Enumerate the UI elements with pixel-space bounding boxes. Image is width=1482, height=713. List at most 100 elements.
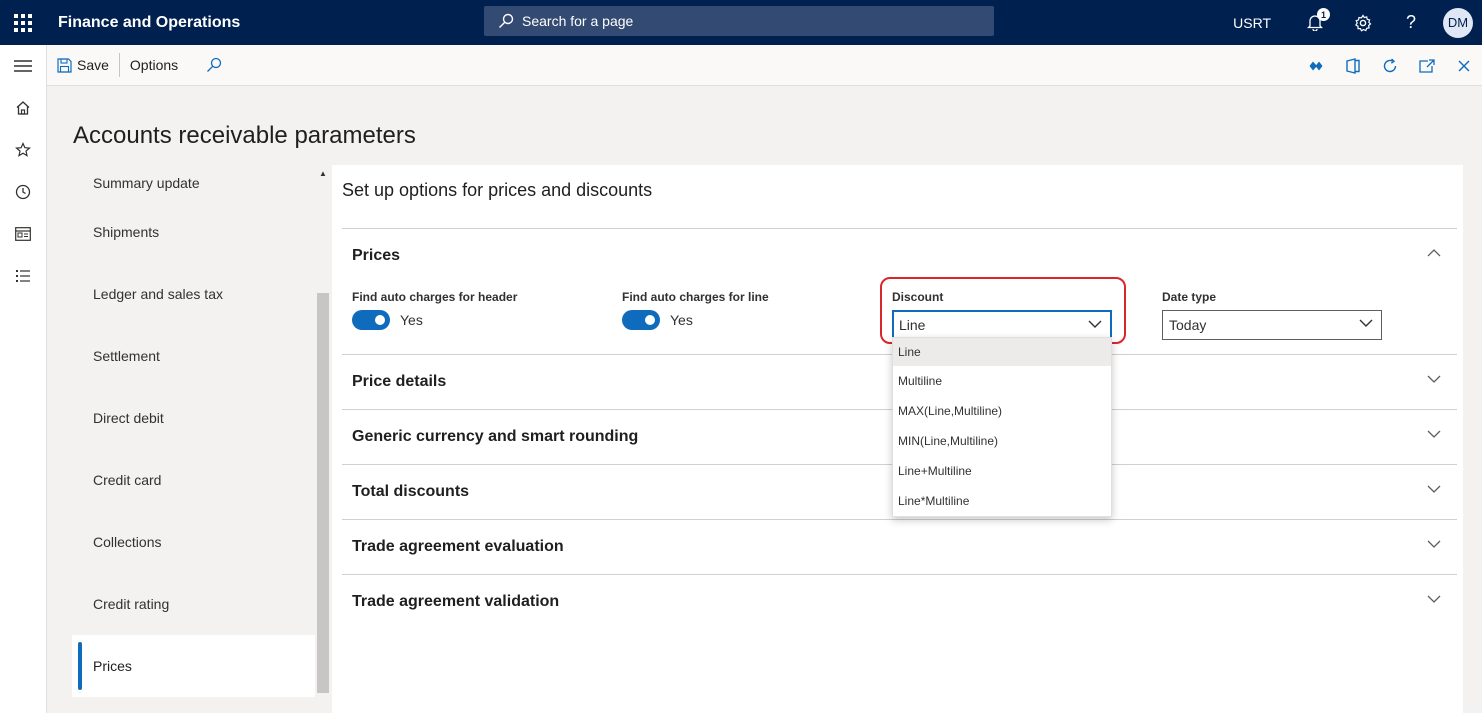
fasttab-title: Generic currency and smart rounding [352,428,639,445]
search-icon [499,13,514,28]
dropdown-option[interactable]: MIN(Line,Multiline) [893,426,1111,456]
fasttab-trade-agreement-validation: Trade agreement validation [342,574,1457,629]
recent-button[interactable] [0,171,46,213]
fasttab-title: Price details [352,373,447,390]
navigation-rail [0,45,47,713]
favorites-button[interactable] [0,129,46,171]
page-title: Accounts receivable parameters [73,122,416,149]
notifications-button[interactable]: 1 [1291,0,1339,45]
options-label: Options [129,57,179,73]
auto-charges-header-field: Find auto charges for header Yes [352,290,517,330]
chevron-down-icon [1427,485,1441,493]
scroll-up-arrow-icon[interactable]: ▲ [319,169,327,178]
field-label: Date type [1162,290,1217,304]
refresh-icon [1383,57,1396,72]
search-icon [207,57,222,72]
dropdown-option[interactable]: Multiline [893,366,1111,396]
fasttab-prices: Prices [342,228,1457,283]
list-icon [16,270,30,282]
tab-collections[interactable]: Collections [72,511,315,573]
fasttab-header-trade-agreement-validation[interactable]: Trade agreement validation [342,575,1457,629]
app-launcher-button[interactable] [0,0,45,45]
clock-icon [15,184,31,200]
field-label: Find auto charges for header [352,290,518,304]
tab-direct-debit[interactable]: Direct debit [72,387,315,449]
home-icon [16,101,30,115]
chevron-up-icon [1427,249,1441,257]
date-type-select[interactable]: Today [1162,310,1382,340]
tab-summary-update[interactable]: Summary update [72,165,315,201]
workspaces-button[interactable] [0,213,46,255]
help-button[interactable]: ? [1387,0,1435,45]
auto-charges-line-field: Find auto charges for line Yes [622,290,769,330]
fasttab-title: Total discounts [352,483,470,500]
diamond-link-icon [1309,61,1322,70]
toggle-value: Yes [400,312,423,328]
chevron-down-icon [1427,595,1441,603]
tab-settlement[interactable]: Settlement [72,325,315,387]
notification-badge: 1 [1317,8,1330,21]
search-placeholder: Search for a page [522,13,634,29]
gear-icon [1355,13,1372,32]
fasttab-title: Prices [352,247,401,264]
auto-charges-line-toggle[interactable] [622,310,660,330]
tab-shipments[interactable]: Shipments [72,201,315,263]
tab-credit-rating[interactable]: Credit rating [72,573,315,635]
top-bar: Finance and Operations Search for a page… [0,0,1482,45]
fasttab-header-prices[interactable]: Prices [342,229,1457,283]
save-icon [57,57,72,73]
vertical-tab-list: Summary update Shipments Ledger and sale… [72,165,315,713]
chevron-down-icon [1427,430,1441,438]
search-input[interactable]: Search for a page [484,6,994,36]
dropdown-option[interactable]: Line*Multiline [893,486,1111,516]
star-icon [15,142,31,157]
hamburger-icon [14,60,32,72]
options-button[interactable]: Options [120,45,188,86]
select-value: Today [1169,317,1207,333]
help-icon: ? [1405,12,1416,32]
chevron-down-icon [1427,375,1441,383]
close-icon [1458,60,1469,71]
app-title[interactable]: Finance and Operations [58,14,240,32]
fasttab-title: Trade agreement evaluation [352,538,564,555]
scrollbar-thumb[interactable] [317,293,329,693]
workspace-icon [15,227,31,241]
discount-dropdown-list: Line Multiline MAX(Line,Multiline) MIN(L… [892,337,1112,517]
annotation-highlight [880,277,1126,344]
section-heading: Set up options for prices and discounts [342,180,653,200]
refresh-button[interactable] [1371,45,1408,86]
waffle-icon [13,13,32,32]
field-label: Find auto charges for line [622,290,769,304]
chevron-down-icon [1359,319,1373,327]
fasttab-title: Trade agreement validation [352,593,560,610]
office-button[interactable] [1334,45,1371,86]
tab-list-scrollbar[interactable]: ▲ [315,165,331,713]
action-search-button[interactable] [188,45,237,86]
chevron-down-icon [1427,540,1441,548]
modules-button[interactable] [0,255,46,297]
dropdown-option[interactable]: Line [893,338,1111,366]
open-new-window-button[interactable] [1408,45,1445,86]
close-button[interactable] [1445,45,1482,86]
avatar[interactable]: DM [1443,7,1473,38]
dropdown-option[interactable]: Line+Multiline [893,456,1111,486]
home-button[interactable] [0,87,46,129]
save-label: Save [77,57,109,73]
date-type-field: Date type Today [1162,290,1382,340]
fasttab-header-trade-agreement-evaluation[interactable]: Trade agreement evaluation [342,520,1457,574]
toggle-value: Yes [670,312,693,328]
tab-credit-card[interactable]: Credit card [72,449,315,511]
expand-navigation-button[interactable] [0,45,46,87]
company-picker[interactable]: USRT [1233,15,1271,31]
tab-prices[interactable]: Prices [72,635,315,697]
auto-charges-header-toggle[interactable] [352,310,390,330]
fasttab-trade-agreement-evaluation: Trade agreement evaluation [342,519,1457,574]
tab-ledger-and-sales-tax[interactable]: Ledger and sales tax [72,263,315,325]
settings-button[interactable] [1339,0,1387,45]
popout-icon [1418,58,1435,73]
office-icon [1345,57,1360,74]
power-apps-button[interactable] [1297,45,1334,86]
save-button[interactable]: Save [47,45,119,86]
dropdown-option[interactable]: MAX(Line,Multiline) [893,396,1111,426]
action-pane: Save Options [47,45,1482,86]
